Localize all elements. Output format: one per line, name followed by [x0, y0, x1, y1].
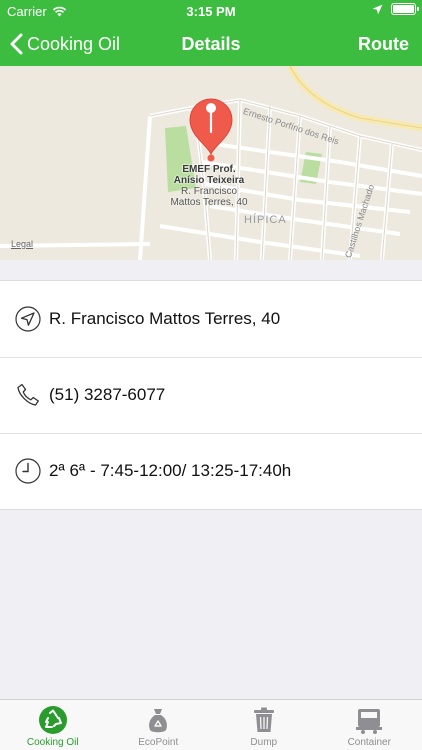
- legal-link[interactable]: Legal: [11, 239, 33, 249]
- poi-address-line1: R. Francisco: [180, 186, 238, 197]
- navigation-arrow-icon: [15, 306, 41, 332]
- hours-row: 2ª 6ª - 7:45-12:00/ 13:25-17:40h: [0, 433, 422, 509]
- phone-icon: [15, 382, 41, 408]
- poi-name: EMEF Prof. Anísio Teixeira: [162, 164, 256, 186]
- poi-address-line2: Mattos Terres, 40: [170, 197, 248, 208]
- chevron-left-icon: [10, 33, 23, 55]
- tab-label-container: Container: [347, 737, 391, 748]
- tab-dump[interactable]: Dump: [211, 700, 317, 750]
- poi-name-line1: EMEF Prof.: [182, 164, 236, 175]
- bag-icon: [143, 705, 173, 735]
- back-button-label: Cooking Oil: [27, 33, 121, 54]
- clock-icon: [15, 458, 41, 484]
- address-text: R. Francisco Mattos Terres, 40: [49, 309, 281, 328]
- container-icon: [354, 705, 384, 735]
- address-row[interactable]: R. Francisco Mattos Terres, 40: [0, 281, 422, 357]
- trash-icon: [249, 705, 279, 735]
- location-arrow-icon: [372, 4, 383, 14]
- district-label: HÍPICA: [244, 214, 287, 226]
- map-view[interactable]: Ernesto Porfírio dos Reis Castilhos Mach…: [0, 66, 422, 260]
- tab-label-dump: Dump: [250, 737, 278, 748]
- details-list: R. Francisco Mattos Terres, 40 (51) 3287…: [0, 280, 422, 510]
- tab-cooking-oil[interactable]: Cooking Oil: [0, 700, 106, 750]
- route-button[interactable]: Route: [358, 22, 409, 66]
- back-button[interactable]: Cooking Oil: [10, 22, 120, 66]
- map-pin-icon[interactable]: [182, 92, 240, 162]
- phone-text: (51) 3287-6077: [49, 385, 166, 404]
- tab-ecopoint[interactable]: EcoPoint: [106, 700, 212, 750]
- battery-icon: [391, 3, 419, 15]
- hours-text: 2ª 6ª - 7:45-12:00/ 13:25-17:40h: [49, 461, 292, 480]
- status-time: 3:15 PM: [186, 4, 236, 19]
- tab-container[interactable]: Container: [317, 700, 422, 750]
- tab-bar: Cooking Oil EcoPoint Dump Container: [0, 699, 422, 750]
- status-right: [372, 3, 419, 15]
- poi-address: R. Francisco Mattos Terres, 40: [162, 186, 256, 208]
- navigation-bar: Cooking Oil Details Route: [0, 22, 422, 66]
- tab-label-cooking-oil: Cooking Oil: [26, 737, 79, 748]
- poi-name-line2: Anísio Teixeira: [173, 175, 245, 186]
- phone-row[interactable]: (51) 3287-6077: [0, 357, 422, 433]
- status-bar: Carrier 3:15 PM: [0, 0, 422, 22]
- tab-label-ecopoint: EcoPoint: [138, 737, 179, 748]
- recycle-icon: [38, 705, 68, 735]
